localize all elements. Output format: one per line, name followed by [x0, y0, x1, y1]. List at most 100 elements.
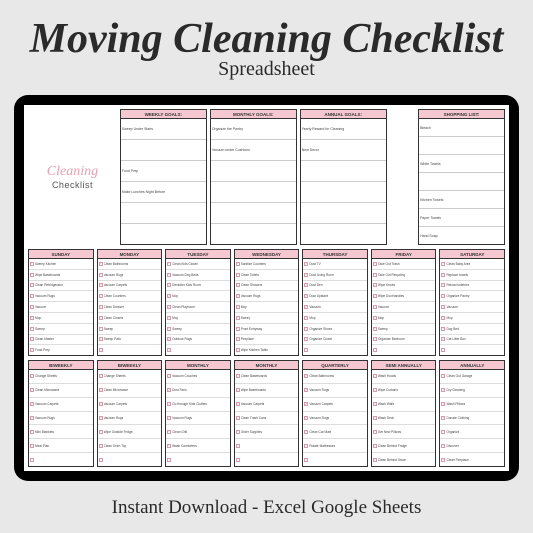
checkbox-icon[interactable]: ✓ — [30, 337, 34, 341]
checkbox-icon[interactable]: ✓ — [167, 416, 171, 420]
checkbox-icon[interactable] — [373, 348, 377, 352]
checkbox-icon[interactable]: ✓ — [304, 273, 308, 277]
checkbox-icon[interactable]: ✓ — [99, 430, 103, 434]
checkbox-icon[interactable]: ✓ — [304, 402, 308, 406]
checkbox-icon[interactable]: ✓ — [441, 327, 445, 331]
checkbox-icon[interactable]: ✓ — [99, 283, 103, 287]
checkbox-icon[interactable]: ✓ — [441, 294, 445, 298]
checkbox-icon[interactable]: ✓ — [99, 337, 103, 341]
checkbox-icon[interactable]: ✓ — [441, 283, 445, 287]
checkbox-icon[interactable]: ✓ — [373, 305, 377, 309]
checkbox-icon[interactable]: ✓ — [30, 316, 34, 320]
checkbox-icon[interactable]: ✓ — [304, 388, 308, 392]
checkbox-icon[interactable]: ✓ — [373, 430, 377, 434]
checkbox-icon[interactable]: ✓ — [236, 430, 240, 434]
checkbox-icon[interactable]: ✓ — [304, 444, 308, 448]
checkbox-icon[interactable]: ✓ — [373, 262, 377, 266]
checkbox-icon[interactable]: ✓ — [236, 348, 240, 352]
checkbox-icon[interactable] — [99, 458, 103, 462]
checkbox-icon[interactable]: ✓ — [373, 388, 377, 392]
checkbox-icon[interactable]: ✓ — [373, 374, 377, 378]
checkbox-icon[interactable] — [167, 348, 171, 352]
checkbox-icon[interactable]: ✓ — [167, 402, 171, 406]
checkbox-icon[interactable]: ✓ — [167, 388, 171, 392]
checkbox-icon[interactable]: ✓ — [30, 402, 34, 406]
checkbox-icon[interactable]: ✓ — [441, 416, 445, 420]
checkbox-icon[interactable]: ✓ — [441, 337, 445, 341]
checkbox-icon[interactable]: ✓ — [441, 262, 445, 266]
checkbox-icon[interactable]: ✓ — [373, 283, 377, 287]
checkbox-icon[interactable]: ✓ — [373, 444, 377, 448]
checkbox-icon[interactable] — [30, 458, 34, 462]
checkbox-icon[interactable]: ✓ — [30, 444, 34, 448]
checkbox-icon[interactable]: ✓ — [441, 388, 445, 392]
checkbox-icon[interactable]: ✓ — [373, 416, 377, 420]
checkbox-icon[interactable]: ✓ — [373, 316, 377, 320]
checkbox-icon[interactable]: ✓ — [99, 305, 103, 309]
checkbox-icon[interactable]: ✓ — [304, 337, 308, 341]
checkbox-icon[interactable]: ✓ — [167, 430, 171, 434]
checkbox-icon[interactable]: ✓ — [167, 444, 171, 448]
checkbox-icon[interactable]: ✓ — [304, 305, 308, 309]
checkbox-icon[interactable]: ✓ — [167, 374, 171, 378]
checkbox-icon[interactable]: ✓ — [30, 388, 34, 392]
checkbox-icon[interactable]: ✓ — [236, 327, 240, 331]
checkbox-icon[interactable]: ✓ — [167, 305, 171, 309]
checkbox-icon[interactable]: ✓ — [236, 316, 240, 320]
checkbox-icon[interactable]: ✓ — [167, 283, 171, 287]
checkbox-icon[interactable]: ✓ — [30, 430, 34, 434]
checkbox-icon[interactable]: ✓ — [30, 294, 34, 298]
checkbox-icon[interactable]: ✓ — [441, 305, 445, 309]
checkbox-icon[interactable]: ✓ — [167, 262, 171, 266]
checkbox-icon[interactable]: ✓ — [167, 294, 171, 298]
checkbox-icon[interactable]: ✓ — [441, 444, 445, 448]
checkbox-icon[interactable] — [99, 348, 103, 352]
checkbox-icon[interactable]: ✓ — [30, 262, 34, 266]
checkbox-icon[interactable]: ✓ — [99, 388, 103, 392]
checkbox-icon[interactable]: ✓ — [373, 458, 377, 462]
checkbox-icon[interactable]: ✓ — [30, 374, 34, 378]
checkbox-icon[interactable]: ✓ — [30, 283, 34, 287]
checkbox-icon[interactable]: ✓ — [304, 316, 308, 320]
checkbox-icon[interactable]: ✓ — [441, 430, 445, 434]
checkbox-icon[interactable] — [304, 458, 308, 462]
checkbox-icon[interactable]: ✓ — [99, 416, 103, 420]
checkbox-icon[interactable]: ✓ — [236, 374, 240, 378]
checkbox-icon[interactable]: ✓ — [441, 316, 445, 320]
checkbox-icon[interactable]: ✓ — [373, 327, 377, 331]
checkbox-icon[interactable]: ✓ — [236, 388, 240, 392]
checkbox-icon[interactable]: ✓ — [441, 374, 445, 378]
checkbox-icon[interactable]: ✓ — [167, 337, 171, 341]
checkbox-icon[interactable] — [441, 348, 445, 352]
checkbox-icon[interactable]: ✓ — [236, 337, 240, 341]
checkbox-icon[interactable]: ✓ — [99, 316, 103, 320]
checkbox-icon[interactable]: ✓ — [304, 374, 308, 378]
checkbox-icon[interactable]: ✓ — [99, 327, 103, 331]
checkbox-icon[interactable] — [167, 458, 171, 462]
checkbox-icon[interactable]: ✓ — [167, 273, 171, 277]
checkbox-icon[interactable]: ✓ — [236, 294, 240, 298]
checkbox-icon[interactable]: ✓ — [236, 305, 240, 309]
checkbox-icon[interactable]: ✓ — [236, 273, 240, 277]
checkbox-icon[interactable] — [236, 458, 240, 462]
checkbox-icon[interactable]: ✓ — [441, 458, 445, 462]
checkbox-icon[interactable]: ✓ — [373, 273, 377, 277]
checkbox-icon[interactable]: ✓ — [99, 294, 103, 298]
checkbox-icon[interactable]: ✓ — [304, 262, 308, 266]
checkbox-icon[interactable]: ✓ — [30, 416, 34, 420]
checkbox-icon[interactable]: ✓ — [373, 337, 377, 341]
checkbox-icon[interactable]: ✓ — [236, 416, 240, 420]
checkbox-icon[interactable]: ✓ — [99, 444, 103, 448]
checkbox-icon[interactable]: ✓ — [99, 374, 103, 378]
checkbox-icon[interactable]: ✓ — [304, 283, 308, 287]
checkbox-icon[interactable] — [236, 444, 240, 448]
checkbox-icon[interactable]: ✓ — [99, 402, 103, 406]
checkbox-icon[interactable] — [304, 348, 308, 352]
checkbox-icon[interactable]: ✓ — [30, 327, 34, 331]
checkbox-icon[interactable]: ✓ — [30, 305, 34, 309]
checkbox-icon[interactable]: ✓ — [441, 273, 445, 277]
checkbox-icon[interactable]: ✓ — [236, 402, 240, 406]
checkbox-icon[interactable]: ✓ — [373, 402, 377, 406]
checkbox-icon[interactable]: ✓ — [373, 294, 377, 298]
checkbox-icon[interactable]: ✓ — [167, 316, 171, 320]
